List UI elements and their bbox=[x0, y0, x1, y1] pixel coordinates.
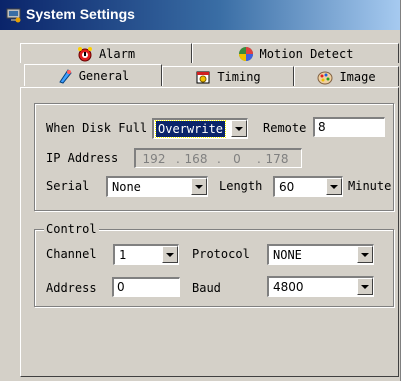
monitor-icon bbox=[6, 8, 21, 23]
protocol-label: Protocol bbox=[192, 247, 250, 261]
channel-label: Channel bbox=[46, 247, 97, 261]
ip-octet-4: 178 bbox=[265, 152, 289, 166]
length-value: 60 bbox=[279, 180, 295, 194]
alarm-icon bbox=[77, 46, 92, 61]
tab-label: General bbox=[78, 68, 130, 83]
remote-input[interactable]: 8 bbox=[313, 117, 385, 137]
title-bar[interactable]: System Settings bbox=[0, 0, 400, 30]
serial-select[interactable]: None bbox=[106, 176, 208, 197]
tab-general[interactable]: General bbox=[24, 64, 162, 86]
image-icon bbox=[317, 71, 333, 84]
disk-full-label: When Disk Full bbox=[46, 121, 148, 135]
tab-image[interactable]: Image bbox=[294, 66, 399, 86]
ip-octet-2: 168 bbox=[184, 152, 208, 166]
general-icon bbox=[58, 68, 72, 84]
serial-value: None bbox=[112, 180, 141, 194]
tab-alarm[interactable]: Alarm bbox=[20, 43, 192, 63]
tab-label: Alarm bbox=[98, 46, 136, 61]
settings-window: System Settings Alarm Motion Detect Gene… bbox=[0, 0, 401, 381]
protocol-select[interactable]: NONE bbox=[267, 244, 374, 265]
chevron-down-icon[interactable] bbox=[326, 178, 342, 195]
address-label: Address bbox=[46, 281, 97, 295]
tab-label: Image bbox=[339, 69, 376, 84]
ip-dot: . bbox=[176, 152, 180, 166]
chevron-down-icon[interactable] bbox=[162, 246, 178, 263]
baud-select[interactable]: 4800 bbox=[267, 276, 374, 297]
tab-motion-detect[interactable]: Motion Detect bbox=[192, 43, 399, 63]
ip-octet-1: 192 bbox=[142, 152, 166, 166]
tab-label: Motion Detect bbox=[259, 46, 354, 61]
baud-value: 4800 bbox=[273, 280, 304, 294]
window-title: System Settings bbox=[26, 6, 135, 22]
ip-dot: . bbox=[257, 152, 261, 166]
protocol-value: NONE bbox=[273, 248, 302, 262]
disk-full-select[interactable]: Overwrite bbox=[152, 118, 248, 139]
control-group-title: Control bbox=[44, 222, 99, 236]
minute-label: Minute bbox=[348, 179, 392, 193]
chevron-down-icon[interactable] bbox=[231, 120, 247, 137]
ip-address-label: IP Address bbox=[46, 151, 119, 165]
ip-dot: . bbox=[217, 152, 221, 166]
baud-label: Baud bbox=[192, 281, 221, 295]
motion-icon bbox=[238, 46, 253, 61]
ip-octet-3: 0 bbox=[233, 152, 241, 166]
tab-timing[interactable]: Timing bbox=[162, 66, 294, 86]
timing-icon bbox=[196, 71, 210, 83]
disk-full-value: Overwrite bbox=[154, 120, 227, 138]
ip-address-field[interactable]: 192 . 168 . 0 . 178 bbox=[134, 148, 302, 168]
channel-value: 1 bbox=[119, 248, 127, 262]
remote-label: Remote bbox=[263, 121, 307, 135]
address-input[interactable]: 0 bbox=[112, 277, 180, 297]
chevron-down-icon[interactable] bbox=[357, 278, 373, 295]
serial-label: Serial bbox=[46, 179, 90, 193]
length-select[interactable]: 60 bbox=[273, 176, 343, 197]
chevron-down-icon[interactable] bbox=[357, 246, 373, 263]
chevron-down-icon[interactable] bbox=[191, 178, 207, 195]
length-label: Length bbox=[219, 179, 263, 193]
channel-select[interactable]: 1 bbox=[113, 244, 179, 265]
tab-label: Timing bbox=[217, 69, 261, 84]
